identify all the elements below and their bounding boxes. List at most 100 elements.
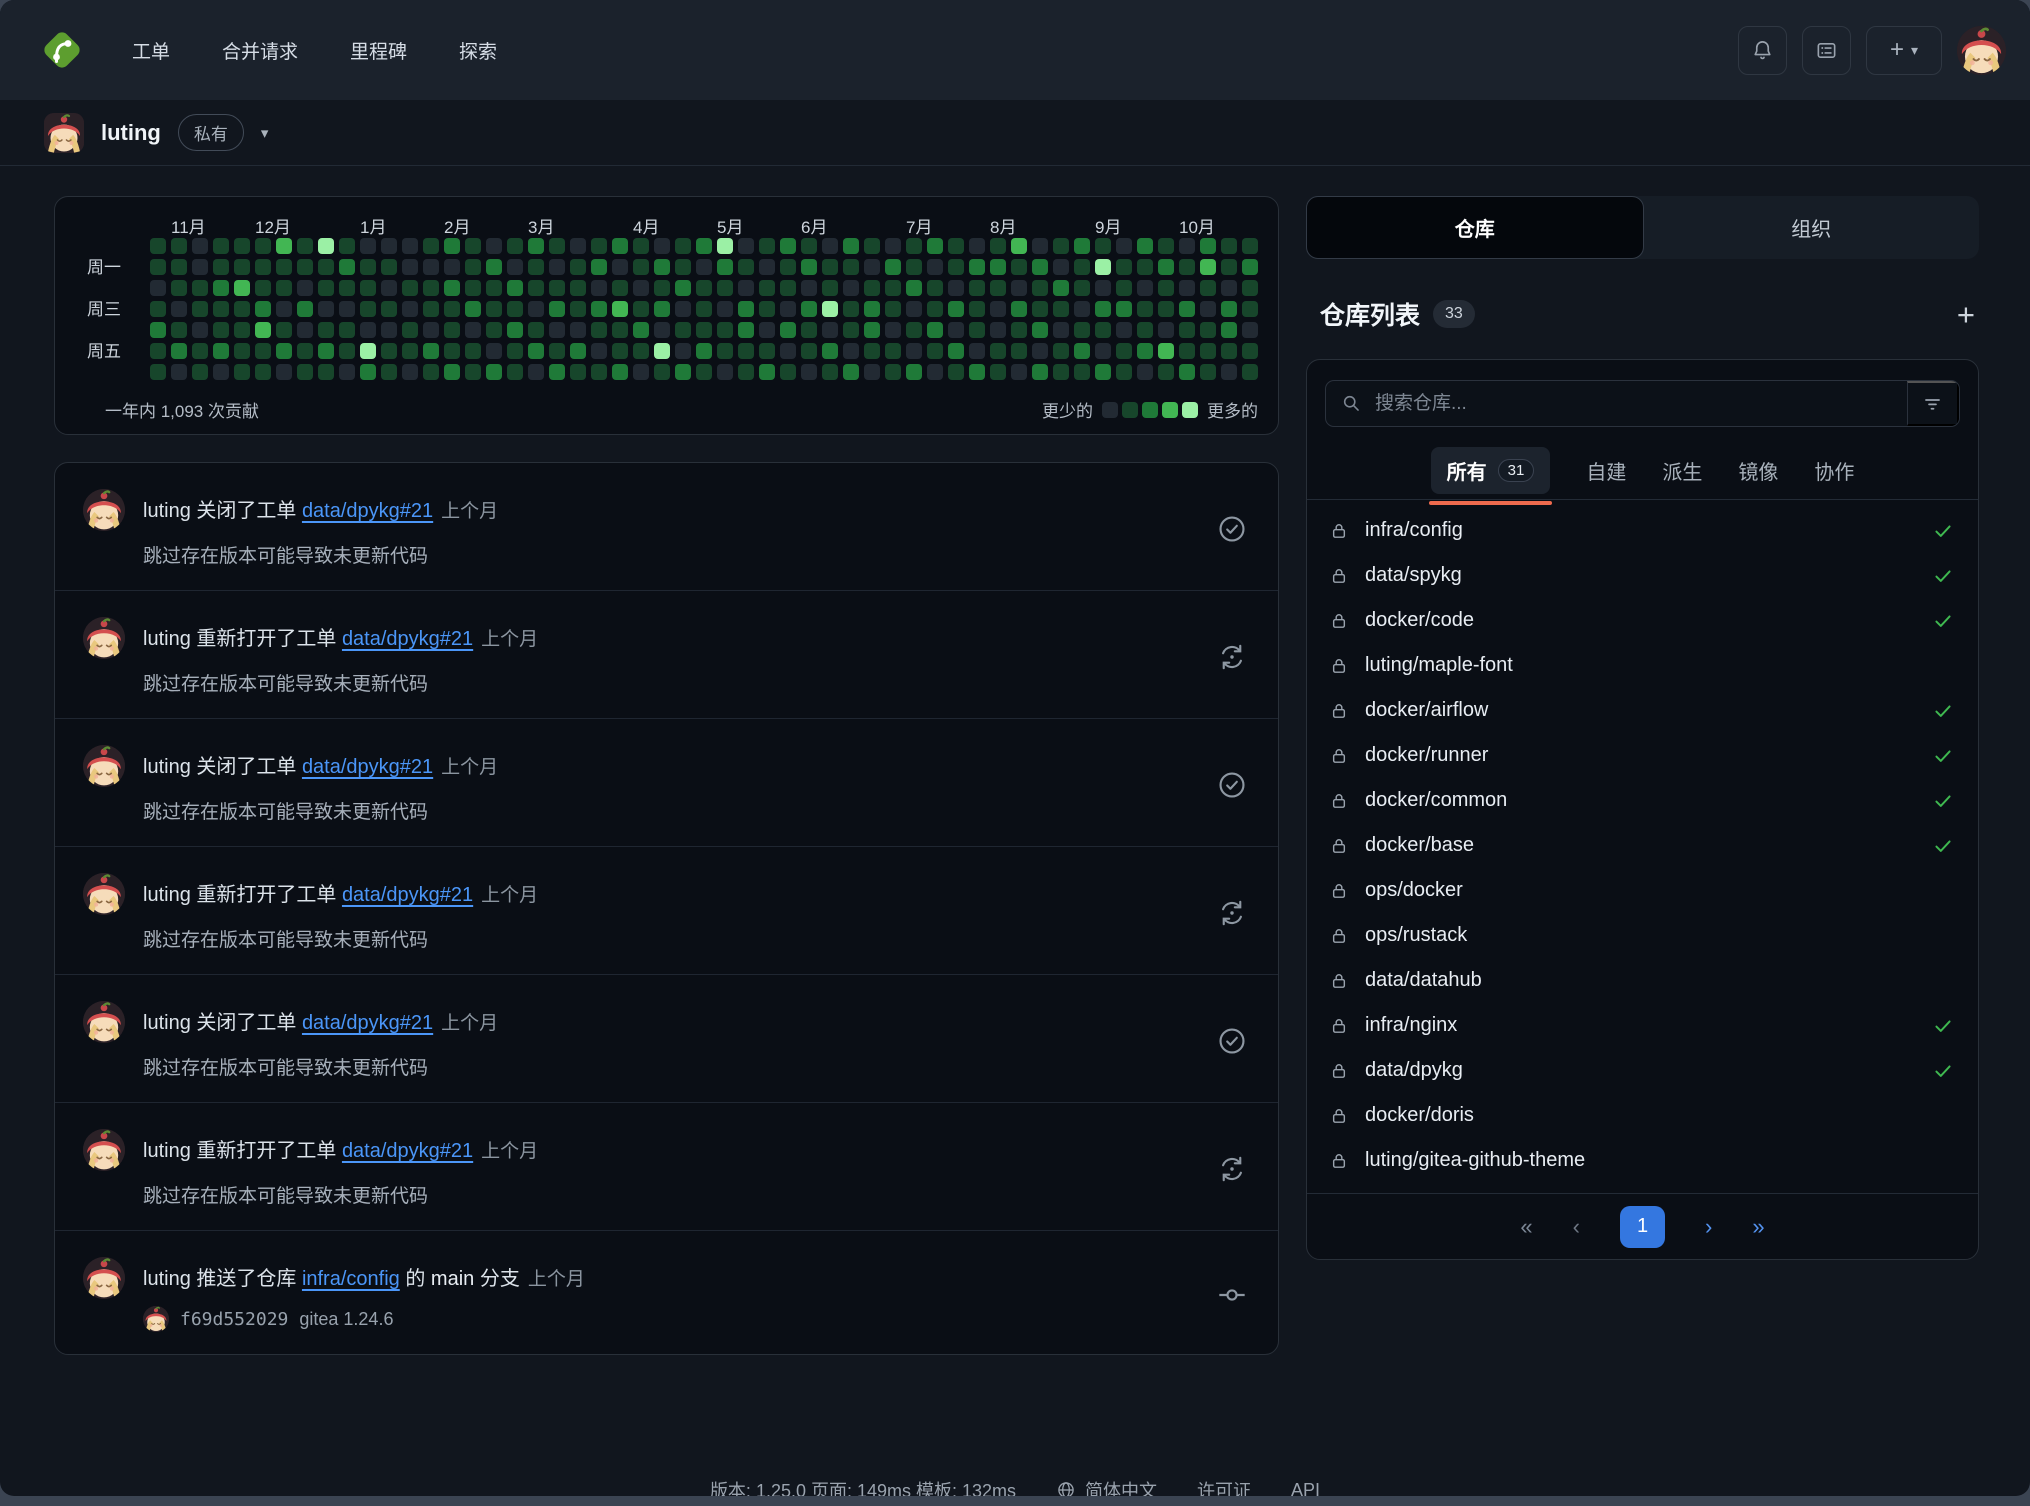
heatmap-cell[interactable] xyxy=(507,364,523,380)
heatmap-cell[interactable] xyxy=(1137,343,1153,359)
heatmap-cell[interactable] xyxy=(927,238,943,254)
feed-target-link[interactable]: data/dpykg#21 xyxy=(342,1140,473,1162)
heatmap-cell[interactable] xyxy=(528,280,544,296)
heatmap-cell[interactable] xyxy=(1032,322,1048,338)
heatmap-cell[interactable] xyxy=(759,280,775,296)
heatmap-cell[interactable] xyxy=(255,364,271,380)
heatmap-cell[interactable] xyxy=(612,343,628,359)
nav-item-pull-requests[interactable]: 合并请求 xyxy=(222,37,298,64)
heatmap-cell[interactable] xyxy=(738,343,754,359)
heatmap-cell[interactable] xyxy=(675,259,691,275)
repo-name[interactable]: ops/docker xyxy=(1365,879,1954,902)
heatmap-cell[interactable] xyxy=(633,259,649,275)
heatmap-cell[interactable] xyxy=(423,238,439,254)
repo-name[interactable]: ops/rustack xyxy=(1365,924,1954,947)
heatmap-cell[interactable] xyxy=(213,343,229,359)
heatmap-cell[interactable] xyxy=(444,301,460,317)
heatmap-cell[interactable] xyxy=(801,238,817,254)
heatmap-cell[interactable] xyxy=(1053,259,1069,275)
heatmap-cell[interactable] xyxy=(570,322,586,338)
heatmap-cell[interactable] xyxy=(150,280,166,296)
heatmap-cell[interactable] xyxy=(402,259,418,275)
heatmap-cell[interactable] xyxy=(633,301,649,317)
heatmap-cell[interactable] xyxy=(927,322,943,338)
heatmap-cell[interactable] xyxy=(1158,343,1174,359)
heatmap-cell[interactable] xyxy=(927,280,943,296)
heatmap-cell[interactable] xyxy=(822,238,838,254)
heatmap-cell[interactable] xyxy=(465,301,481,317)
heatmap-cell[interactable] xyxy=(612,364,628,380)
repo-name[interactable]: docker/base xyxy=(1365,834,1916,857)
heatmap-cell[interactable] xyxy=(1158,238,1174,254)
heatmap-cell[interactable] xyxy=(234,259,250,275)
heatmap-cell[interactable] xyxy=(507,280,523,296)
repo-search-input[interactable] xyxy=(1373,381,1907,426)
license-link[interactable]: 许可证 xyxy=(1197,1477,1251,1496)
heatmap-cell[interactable] xyxy=(192,364,208,380)
feed-avatar[interactable] xyxy=(83,873,125,915)
heatmap-cell[interactable] xyxy=(906,322,922,338)
heatmap-cell[interactable] xyxy=(528,301,544,317)
heatmap-cell[interactable] xyxy=(297,280,313,296)
heatmap-cell[interactable] xyxy=(885,280,901,296)
heatmap-cell[interactable] xyxy=(1074,238,1090,254)
heatmap-cell[interactable] xyxy=(1137,280,1153,296)
heatmap-cell[interactable] xyxy=(1179,280,1195,296)
repo-row[interactable]: docker/common xyxy=(1307,778,1978,823)
repo-name[interactable]: docker/doris xyxy=(1365,1104,1954,1127)
heatmap-cell[interactable] xyxy=(843,259,859,275)
heatmap-cell[interactable] xyxy=(444,238,460,254)
heatmap-cell[interactable] xyxy=(1116,364,1132,380)
pagination-page[interactable]: 1 xyxy=(1620,1206,1665,1248)
heatmap-cell[interactable] xyxy=(759,322,775,338)
heatmap-cell[interactable] xyxy=(1158,280,1174,296)
heatmap-cell[interactable] xyxy=(948,322,964,338)
heatmap-cell[interactable] xyxy=(213,280,229,296)
heatmap-cell[interactable] xyxy=(297,301,313,317)
heatmap-cell[interactable] xyxy=(465,238,481,254)
heatmap-cell[interactable] xyxy=(885,259,901,275)
heatmap-cell[interactable] xyxy=(1242,343,1258,359)
repo-row[interactable]: docker/base xyxy=(1307,823,1978,868)
heatmap-cell[interactable] xyxy=(234,364,250,380)
heatmap-cell[interactable] xyxy=(192,238,208,254)
heatmap-cell[interactable] xyxy=(360,322,376,338)
heatmap-cell[interactable] xyxy=(1221,322,1237,338)
repo-row[interactable]: data/spykg xyxy=(1307,553,1978,598)
profile-avatar[interactable] xyxy=(44,113,84,153)
heatmap-cell[interactable] xyxy=(969,280,985,296)
heatmap-cell[interactable] xyxy=(318,259,334,275)
feed-target-link[interactable]: data/dpykg#21 xyxy=(302,756,433,778)
heatmap-cell[interactable] xyxy=(675,343,691,359)
heatmap-cell[interactable] xyxy=(717,364,733,380)
heatmap-cell[interactable] xyxy=(276,322,292,338)
heatmap-cell[interactable] xyxy=(423,364,439,380)
repo-row[interactable]: ops/docker xyxy=(1307,868,1978,913)
heatmap-cell[interactable] xyxy=(402,280,418,296)
heatmap-cell[interactable] xyxy=(654,301,670,317)
add-repo-button[interactable]: + xyxy=(1957,299,1975,330)
repo-name[interactable]: data/datahub xyxy=(1365,969,1954,992)
heatmap-cell[interactable] xyxy=(339,301,355,317)
heatmap-cell[interactable] xyxy=(255,259,271,275)
repo-name[interactable]: infra/nginx xyxy=(1365,1014,1916,1037)
heatmap-cell[interactable] xyxy=(507,301,523,317)
heatmap-cell[interactable] xyxy=(696,280,712,296)
heatmap-cell[interactable] xyxy=(591,301,607,317)
heatmap-cell[interactable] xyxy=(1200,259,1216,275)
heatmap-cell[interactable] xyxy=(444,343,460,359)
heatmap-cell[interactable] xyxy=(948,259,964,275)
heatmap-cell[interactable] xyxy=(171,301,187,317)
heatmap-cell[interactable] xyxy=(990,238,1006,254)
heatmap-cell[interactable] xyxy=(318,238,334,254)
heatmap-cell[interactable] xyxy=(570,238,586,254)
heatmap-cell[interactable] xyxy=(444,280,460,296)
feed-username[interactable]: luting xyxy=(143,500,191,522)
repo-name[interactable]: docker/runner xyxy=(1365,744,1916,767)
feed-username[interactable]: luting xyxy=(143,1268,191,1290)
heatmap-cell[interactable] xyxy=(696,301,712,317)
heatmap-cell[interactable] xyxy=(780,322,796,338)
heatmap-cell[interactable] xyxy=(339,280,355,296)
heatmap-cell[interactable] xyxy=(1095,322,1111,338)
heatmap-cell[interactable] xyxy=(759,364,775,380)
